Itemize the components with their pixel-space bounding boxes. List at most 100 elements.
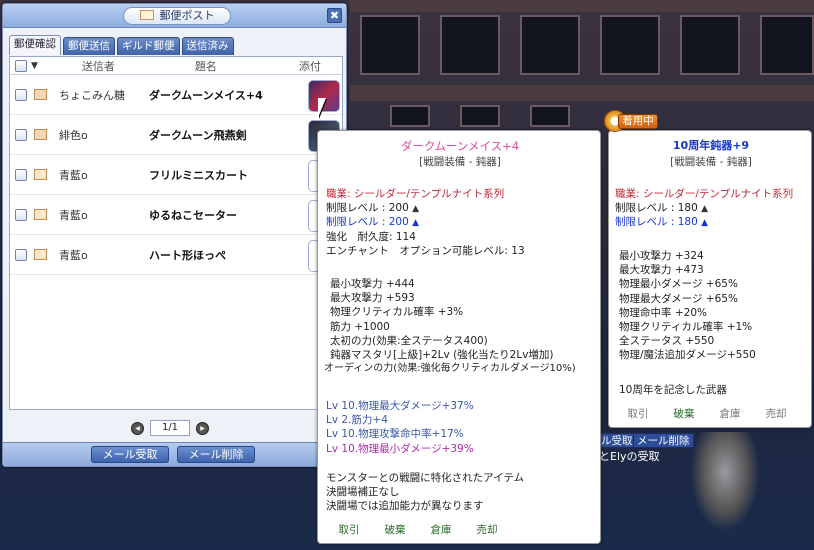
item-tooltip: ダークムーンメイス+4 [戦闘装備 - 鈍器] 職業: シールダー/テンプルナイ…: [317, 130, 601, 544]
mail-icon: [34, 169, 47, 180]
bg-receive-button[interactable]: ル受取: [597, 433, 637, 448]
mail-subject: ダークムーン飛燕剣: [149, 128, 247, 142]
item-stat: 筋力 +1000: [330, 320, 390, 333]
storage-button[interactable]: 倉庫: [418, 523, 464, 537]
receive-mail-button[interactable]: メール受取: [91, 446, 169, 463]
mouse-cursor-icon: [318, 98, 326, 118]
mail-icon: [34, 209, 47, 220]
select-all-checkbox[interactable]: [15, 59, 27, 72]
mail-subject: ダークムーンメイス+4: [149, 88, 263, 102]
mail-subject: ハート形ほっぺ: [149, 248, 226, 262]
equipped-item-req-level-alt: 制限レベル : 180 ▲: [615, 216, 709, 229]
item-req-level-alt: 制限レベル : 200 ▲: [326, 216, 420, 229]
item-lv-stat: Lv 10.物理最大ダメージ+37%: [326, 400, 474, 412]
tab-guild-mail[interactable]: ギルド郵便: [117, 37, 180, 55]
mail-sender: 青藍o: [59, 208, 88, 222]
mail-row[interactable]: 緋色o ダークムーン飛燕剣: [10, 115, 342, 155]
mail-window-titlebar[interactable]: 郵便ポスト ✖: [3, 4, 346, 28]
tab-send[interactable]: 郵便送信: [63, 37, 115, 55]
mail-actions-bar: メール受取 メール削除: [3, 442, 346, 466]
item-desc: 決闘場補正なし: [326, 486, 400, 499]
discard-button[interactable]: 破棄: [661, 407, 707, 421]
column-sender[interactable]: 送信者: [82, 58, 115, 74]
item-desc: モンスターとの戦闘に特化されたアイテム: [326, 472, 525, 484]
mail-row[interactable]: 青藍o ゆるねこセーター: [10, 195, 342, 235]
item-job: 職業: シールダー/テンプルナイト系列: [326, 188, 505, 200]
envelope-icon: [139, 10, 154, 20]
bg-receive-text: とElyの受取: [599, 450, 660, 463]
next-page-button[interactable]: ▶: [196, 421, 209, 435]
equipped-stat: 全ステータス +550: [619, 335, 715, 348]
mail-list: ▼ 送信者 題名 添付 ちょこみん糖 ダークムーンメイス+4 緋色o ダークムー…: [9, 56, 343, 410]
level-up-triangle-icon: ▲: [701, 204, 709, 215]
opened-mail-icon: [34, 89, 47, 100]
equipped-stat: 物理最小ダメージ +65%: [619, 278, 738, 291]
mail-window: 郵便ポスト ✖ 郵便確認 郵便送信 ギルド郵便 送信済み ▼ ▼ 送信者 題名 …: [2, 3, 347, 467]
item-durability: 強化 耐久度: 114: [326, 230, 416, 243]
mail-row[interactable]: 青藍o ハート形ほっぺ: [10, 235, 342, 275]
level-up-triangle-icon: ▲: [412, 218, 420, 229]
item-enchant: エンチャント オプション可能レベル: 13: [326, 244, 525, 257]
item-stat: 最大攻撃力 +593: [330, 292, 415, 305]
mail-row[interactable]: ちょこみん糖 ダークムーンメイス+4: [10, 75, 342, 115]
equipped-item-tooltip: 10周年鈍器+9 [戦闘装備 - 鈍器] 職業: シールダー/テンプルナイト系列…: [608, 130, 812, 428]
tab-inbox[interactable]: 郵便確認: [9, 35, 61, 55]
equipped-stat: 物理最大ダメージ +65%: [619, 292, 738, 305]
close-button[interactable]: ✖: [327, 8, 342, 23]
mail-tabs: 郵便確認 郵便送信 ギルド郵便 送信済み: [9, 35, 234, 55]
item-stat: 太初の力(効果:全ステータス400): [330, 334, 488, 347]
row-checkbox[interactable]: [15, 128, 27, 141]
equipped-badge: 着用中: [604, 108, 658, 134]
mail-list-header: ▼ 送信者 題名 添付: [10, 57, 342, 75]
equipped-item-desc: 10周年を記念した武器: [619, 384, 727, 396]
item-category: [戦闘装備 - 鈍器]: [419, 156, 501, 168]
equipped-action-bar: 取引 破棄 倉庫 売却: [615, 407, 799, 421]
item-name: ダークムーンメイス+4: [400, 139, 520, 153]
row-checkbox[interactable]: [15, 88, 27, 101]
equipped-stat: 最小攻撃力 +324: [619, 250, 704, 262]
item-stat: 鈍器マスタリ[上級]+2Lv (強化当たり2Lv増加): [330, 348, 554, 361]
mail-sender: 青藍o: [59, 168, 88, 182]
storage-button[interactable]: 倉庫: [707, 407, 753, 421]
item-req-level: 制限レベル : 200 ▲: [326, 202, 420, 215]
row-checkbox[interactable]: [15, 248, 27, 261]
mail-sender: 青藍o: [59, 248, 88, 262]
item-odin-power: オーディンの力(効果:強化毎クリティカルダメージ10%): [324, 363, 576, 374]
item-desc: 決闘場では追加能力が異なります: [326, 500, 484, 513]
sell-button[interactable]: 売却: [753, 407, 799, 421]
equipped-stat: 物理/魔法追加ダメージ+550: [619, 349, 756, 362]
pagination: ◀ 1/1 ▶: [131, 420, 209, 436]
mail-row[interactable]: 青藍o フリルミニスカート: [10, 155, 342, 195]
item-lv-stat: Lv 10.物理最小ダメージ+39%: [326, 442, 474, 455]
mail-subject: フリルミニスカート: [149, 168, 248, 182]
equipped-item-category: [戦闘装備 - 鈍器]: [670, 156, 752, 168]
discard-button[interactable]: 破棄: [372, 523, 418, 537]
equipped-item-req-level: 制限レベル : 180 ▲: [615, 202, 709, 215]
character-sprite: [690, 432, 760, 532]
item-stat: 物理クリティカル確率 +3%: [330, 306, 464, 319]
mail-icon: [34, 249, 47, 260]
prev-page-button[interactable]: ◀: [131, 421, 144, 435]
row-checkbox[interactable]: [15, 208, 27, 221]
sort-dropdown-icon[interactable]: ▼: [31, 61, 38, 71]
item-action-bar: 取引 破棄 倉庫 売却: [326, 523, 510, 537]
equipped-item-job: 職業: シールダー/テンプルナイト系列: [615, 188, 794, 200]
column-subject[interactable]: 題名: [195, 58, 217, 74]
trade-button[interactable]: 取引: [326, 523, 372, 537]
row-checkbox[interactable]: [15, 168, 27, 181]
trade-button[interactable]: 取引: [615, 407, 661, 421]
level-up-triangle-icon: ▲: [701, 218, 709, 229]
delete-mail-button[interactable]: メール削除: [177, 446, 255, 463]
mail-title-text: 郵便ポスト: [159, 9, 215, 22]
item-stat: 最小攻撃力 +444: [330, 278, 415, 290]
mail-sender: 緋色o: [59, 128, 88, 142]
sell-button[interactable]: 売却: [464, 523, 510, 537]
equipped-stat: 物理命中率 +20%: [619, 306, 707, 319]
equipped-stat: 最大攻撃力 +473: [619, 264, 704, 277]
tab-sent[interactable]: 送信済み: [181, 37, 234, 55]
bg-delete-button[interactable]: メール削除: [633, 433, 694, 448]
mail-window-title: 郵便ポスト: [123, 7, 231, 25]
item-lv-stat: Lv 10.物理攻撃命中率+17%: [326, 428, 464, 441]
equipped-badge-label: 着用中: [618, 114, 658, 129]
page-indicator: 1/1: [150, 420, 190, 436]
